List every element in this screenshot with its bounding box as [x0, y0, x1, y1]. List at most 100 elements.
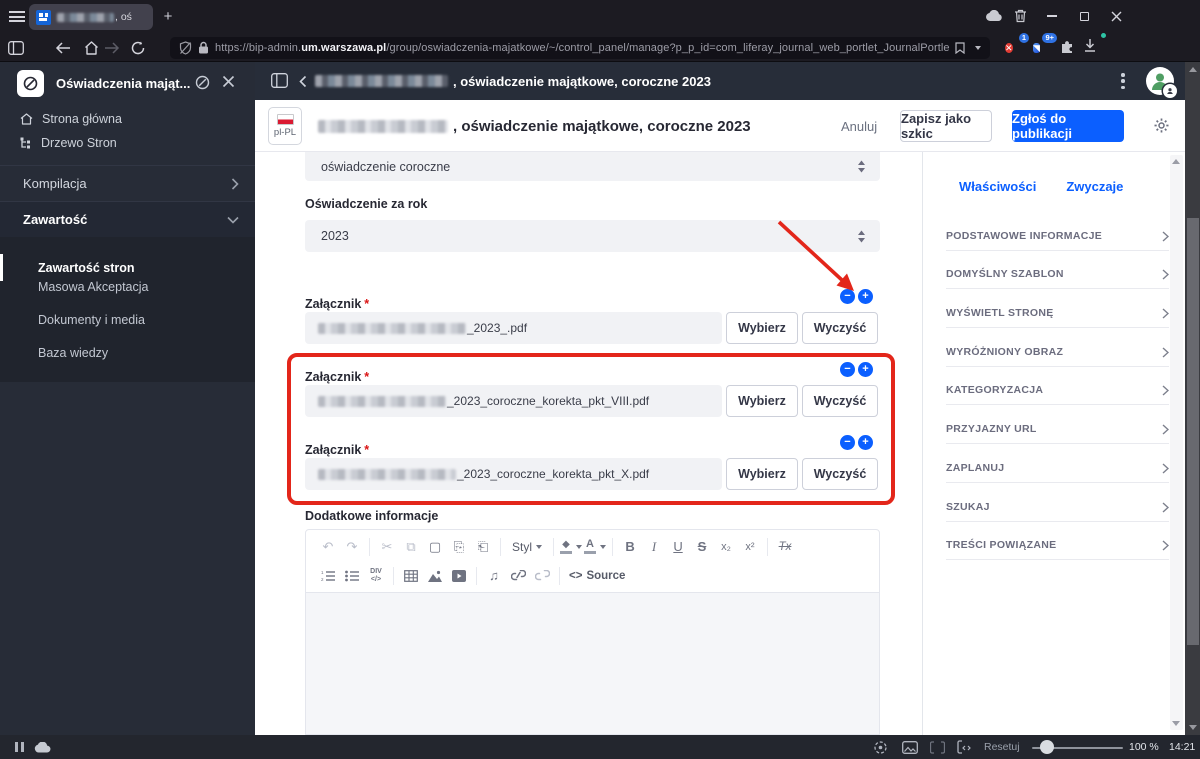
forward-button[interactable] — [103, 39, 121, 57]
bold-icon[interactable]: B — [618, 536, 642, 558]
section-schedule[interactable]: ZAPLANUJ — [946, 444, 1169, 483]
screenshot-target-icon[interactable] — [872, 739, 889, 755]
cloud-sync-icon[interactable] — [981, 7, 1007, 25]
sidebar-close-icon[interactable] — [222, 75, 235, 88]
sidebar-toggle-icon[interactable] — [7, 39, 25, 57]
section-default-template[interactable]: DOMYŚLNY SZABLON — [946, 251, 1169, 290]
bookmark-flag-icon[interactable] — [955, 41, 965, 54]
paste-icon[interactable]: ▢ — [423, 536, 447, 558]
attachment-filename-field[interactable]: _2023_coroczne_korekta_pkt_VIII.pdf — [305, 385, 722, 417]
scroll-up-arrow-icon[interactable] — [1188, 67, 1197, 72]
div-container-icon[interactable]: DIV </> — [364, 565, 388, 587]
subscript-icon[interactable]: x₂ — [714, 536, 738, 558]
section-search[interactable]: SZUKAJ — [946, 483, 1169, 522]
section-basic-info[interactable]: PODSTAWOWE INFORMACJE — [946, 212, 1169, 251]
home-button[interactable] — [82, 39, 100, 57]
browser-tab[interactable]: , oś — [29, 4, 153, 30]
unlink-icon[interactable] — [530, 565, 554, 587]
tab-list-menu-icon[interactable] — [9, 11, 25, 22]
extensions-puzzle-icon[interactable] — [1059, 38, 1077, 56]
add-field-button[interactable]: + — [858, 435, 873, 450]
redo-icon[interactable]: ↷ — [340, 536, 364, 558]
image-icon[interactable] — [423, 565, 447, 587]
statement-type-select[interactable]: oświadczenie coroczne — [305, 152, 880, 181]
save-draft-button[interactable]: Zapisz jako szkic — [900, 110, 992, 142]
panel-scrollbar[interactable] — [1170, 155, 1183, 730]
sidebar-item-knowledge-base[interactable]: Baza wiedzy — [0, 336, 255, 369]
downloads-icon[interactable] — [1083, 38, 1101, 56]
choose-file-button[interactable]: Wybierz — [726, 458, 798, 490]
bulleted-list-icon[interactable] — [340, 565, 364, 587]
remove-field-button[interactable]: − — [840, 289, 855, 304]
back-button[interactable] — [54, 39, 72, 57]
attachment-filename-field[interactable]: _2023_.pdf — [305, 312, 722, 344]
window-close-button[interactable] — [1103, 7, 1129, 25]
tab-properties[interactable]: Właściwości — [959, 179, 1036, 194]
user-avatar[interactable] — [1146, 67, 1177, 98]
audio-icon[interactable]: ♫ — [482, 565, 506, 587]
sidebar-item-home[interactable]: Strona główna — [0, 107, 255, 131]
section-categorization[interactable]: KATEGORYZACJA — [946, 367, 1169, 406]
new-tab-button[interactable]: + — [156, 5, 180, 29]
underline-icon[interactable]: U — [666, 536, 690, 558]
window-minimize-button[interactable] — [1039, 7, 1065, 25]
background-color-icon[interactable]: ◆ — [559, 536, 583, 558]
panel-toggle-icon[interactable] — [271, 73, 288, 88]
clear-file-button[interactable]: Wyczyść — [802, 458, 878, 490]
paste-from-word-icon[interactable]: ⎗ — [471, 536, 495, 558]
undo-icon[interactable]: ↶ — [316, 536, 340, 558]
clear-file-button[interactable]: Wyczyść — [802, 312, 878, 344]
cancel-button[interactable]: Anuluj — [841, 100, 877, 152]
text-color-icon[interactable]: A — [583, 536, 607, 558]
numbered-list-icon[interactable]: 12 — [316, 565, 340, 587]
copy-icon[interactable]: ⧉ — [399, 536, 423, 558]
choose-file-button[interactable]: Wybierz — [726, 312, 798, 344]
submit-publish-button[interactable]: Zgłoś do publikacji — [1012, 110, 1124, 142]
sidebar-section-kompilacja[interactable]: Kompilacja — [0, 165, 255, 201]
sidebar-item-page-tree[interactable]: Drzewo Stron — [0, 131, 255, 155]
lock-icon[interactable] — [198, 41, 209, 54]
pause-icon[interactable] — [15, 742, 24, 752]
italic-icon[interactable]: I — [642, 536, 666, 558]
sidebar-item-mass-approval[interactable]: Masowa Akceptacja — [0, 270, 255, 303]
remove-field-button[interactable]: − — [840, 435, 855, 450]
tab-customs[interactable]: Zwyczaje — [1066, 179, 1123, 194]
cut-icon[interactable]: ✂ — [375, 536, 399, 558]
address-bar[interactable]: https://bip-admin.um.warszawa.pl/group/o… — [170, 36, 990, 59]
section-featured-image[interactable]: WYRÓŻNIONY OBRAZ — [946, 328, 1169, 367]
cloud-status-icon[interactable] — [34, 739, 51, 755]
profile-avatar[interactable] — [1100, 32, 1124, 56]
section-related-content[interactable]: TREŚCI POWIĄZANE — [946, 522, 1169, 561]
compass-icon[interactable] — [195, 75, 210, 90]
link-icon[interactable] — [506, 565, 530, 587]
code-view-icon[interactable] — [956, 739, 973, 755]
zoom-slider-knob[interactable] — [1040, 740, 1054, 754]
paste-plain-text-icon[interactable]: ⎘ — [447, 536, 471, 558]
scrollbar-thumb[interactable] — [1186, 218, 1199, 645]
add-field-button[interactable]: + — [858, 289, 873, 304]
year-select[interactable]: 2023 — [305, 220, 880, 252]
tracking-shield-icon[interactable] — [179, 40, 192, 55]
shield-extension-icon[interactable]: ◥ 9+ — [1033, 33, 1057, 56]
adblock-extension-icon[interactable]: ✕ 1 — [1005, 33, 1029, 56]
reload-button[interactable] — [129, 39, 147, 57]
richtext-editor-content[interactable] — [305, 593, 880, 735]
choose-file-button[interactable]: Wybierz — [726, 385, 798, 417]
video-icon[interactable] — [447, 565, 471, 587]
remove-field-button[interactable]: − — [840, 362, 855, 377]
section-display-page[interactable]: WYŚWIETL STRONĘ — [946, 289, 1169, 329]
locale-selector[interactable]: pl-PL — [268, 107, 302, 145]
clear-file-button[interactable]: Wyczyść — [802, 385, 878, 417]
table-icon[interactable] — [399, 565, 423, 587]
settings-gear-icon[interactable] — [1153, 117, 1170, 134]
style-dropdown[interactable]: Styl — [506, 540, 548, 554]
attachment-filename-field[interactable]: _2023_coroczne_korekta_pkt_X.pdf — [305, 458, 722, 490]
add-field-button[interactable]: + — [858, 362, 873, 377]
scroll-down-arrow-icon[interactable] — [1188, 725, 1197, 730]
window-maximize-button[interactable] — [1071, 7, 1097, 25]
selection-brackets-icon[interactable] — [929, 739, 946, 755]
trash-icon[interactable] — [1007, 7, 1033, 25]
superscript-icon[interactable]: x² — [738, 536, 762, 558]
reset-zoom-button[interactable]: Resetuj — [984, 741, 1020, 753]
sidebar-section-zawartosc[interactable]: Zawartość — [0, 201, 255, 237]
